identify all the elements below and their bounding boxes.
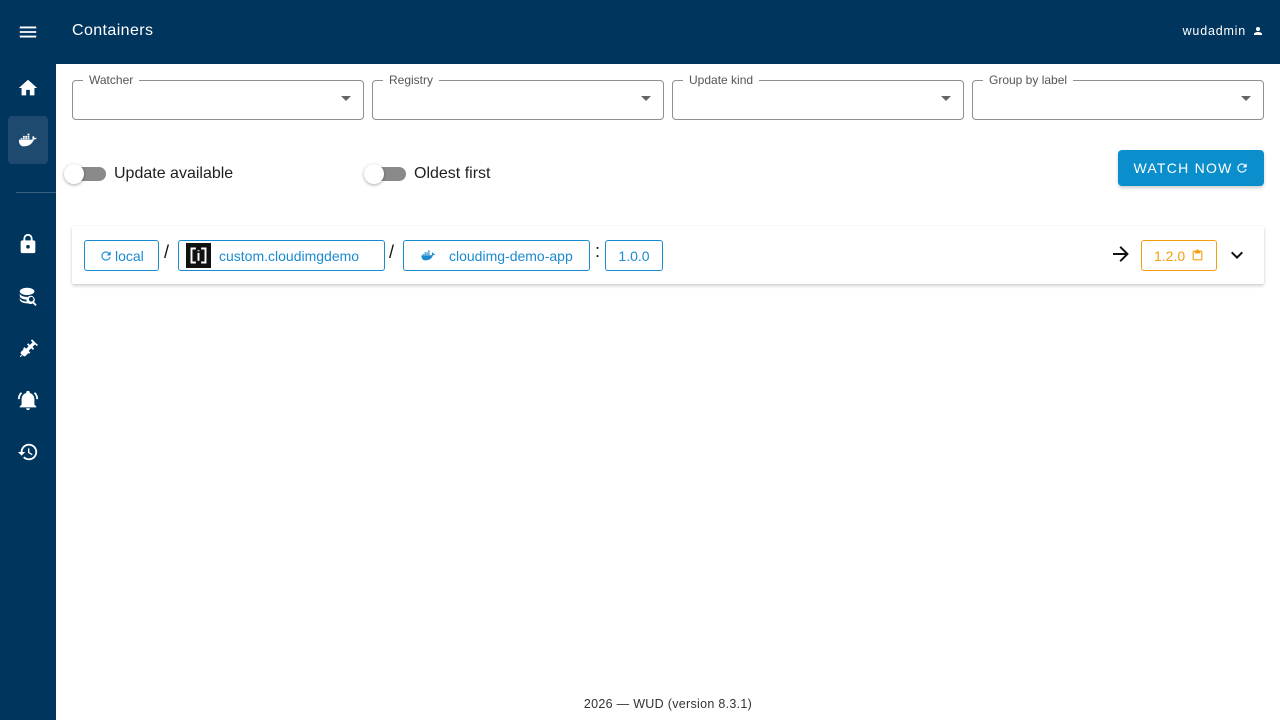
- sidebar-item-home[interactable]: [8, 64, 48, 112]
- update-tag-chip[interactable]: 1.2.0: [1141, 240, 1218, 271]
- bell-ring-icon: [17, 390, 39, 411]
- update-available-toggle[interactable]: Update available: [64, 160, 234, 188]
- sidebar-item-authentications[interactable]: [8, 220, 48, 268]
- chevron-down-icon: [941, 96, 951, 101]
- toggle-thumb: [64, 164, 84, 184]
- path-separator: /: [389, 242, 395, 262]
- history-icon: [17, 443, 38, 461]
- user-menu[interactable]: wudadmin: [1183, 24, 1264, 38]
- refresh-icon: [1236, 163, 1247, 173]
- sidebar-item-notifications[interactable]: [8, 376, 48, 424]
- group-by-label-select-label: Group by label: [983, 73, 1074, 87]
- toggle-track: [364, 164, 406, 184]
- chevron-down-icon: [341, 96, 351, 101]
- database-search-icon: [19, 287, 37, 306]
- registry-chip[interactable]: custom.cloudimgdemo: [178, 240, 385, 271]
- watcher-name: local: [115, 247, 144, 264]
- oldest-first-toggle[interactable]: Oldest first: [364, 160, 491, 188]
- update-kind-select-label: Update kind: [683, 73, 760, 87]
- toggle-track: [64, 164, 106, 184]
- footer-version: 2026 — WUD (version 8.3.1): [583, 697, 753, 711]
- registry-select-label: Registry: [383, 73, 440, 87]
- page-title: Containers: [72, 22, 154, 39]
- current-tag: 1.0.0: [618, 247, 650, 264]
- oldest-first-label: Oldest first: [414, 165, 491, 182]
- clipboard-icon: [1192, 249, 1203, 261]
- lock-icon: [20, 233, 36, 254]
- account-icon: [1254, 27, 1262, 35]
- refresh-icon: [101, 250, 111, 261]
- watcher-chip[interactable]: local: [84, 240, 159, 271]
- sidebar-item-containers[interactable]: [8, 116, 48, 164]
- sidebar-item-registries[interactable]: [8, 272, 48, 320]
- username: wudadmin: [1182, 24, 1246, 38]
- watcher-select-label: Watcher: [83, 73, 140, 87]
- home-icon: [18, 79, 38, 96]
- registry-name: custom.cloudimgdemo: [219, 247, 360, 264]
- watcher-select[interactable]: Watcher: [72, 73, 364, 120]
- registry-select[interactable]: Registry: [372, 73, 664, 120]
- sidebar-item-triggers[interactable]: [8, 324, 48, 372]
- sidebar-item-history[interactable]: [8, 428, 48, 476]
- chevron-down-icon[interactable]: [1225, 243, 1249, 267]
- update-available-label: Update available: [114, 165, 234, 182]
- plug-icon: [19, 339, 38, 358]
- watch-now-label: WATCH NOW: [1133, 160, 1233, 176]
- container-card[interactable]: local / custom.cloudimgdemo / cloudimg-d…: [72, 226, 1264, 284]
- menu-toggle-button[interactable]: [8, 8, 48, 56]
- tag-separator: :: [595, 241, 601, 261]
- group-by-label-select[interactable]: Group by label: [972, 73, 1264, 120]
- image-chip[interactable]: cloudimg-demo-app: [403, 240, 590, 271]
- docker-icon: [18, 133, 37, 147]
- image-name: cloudimg-demo-app: [449, 247, 573, 264]
- chevron-down-icon: [1241, 96, 1251, 101]
- arrow-right-icon: [1113, 246, 1129, 262]
- menu-icon: [19, 26, 37, 38]
- path-separator: /: [164, 242, 170, 262]
- registry-logo-icon: [186, 243, 211, 268]
- app-root: Containers wudadmin Watcher Registry Upd…: [0, 0, 1280, 720]
- update-tag: 1.2.0: [1154, 247, 1186, 264]
- sidebar-divider: [16, 192, 56, 193]
- current-tag-chip[interactable]: 1.0.0: [605, 240, 663, 271]
- chevron-down-icon: [641, 96, 651, 101]
- update-kind-select[interactable]: Update kind: [672, 73, 964, 120]
- docker-icon: [421, 250, 436, 261]
- watch-now-button[interactable]: WATCH NOW: [1118, 150, 1264, 186]
- app-bar: Containers wudadmin: [56, 0, 1280, 64]
- sidebar: [0, 0, 56, 720]
- toggle-thumb: [364, 164, 384, 184]
